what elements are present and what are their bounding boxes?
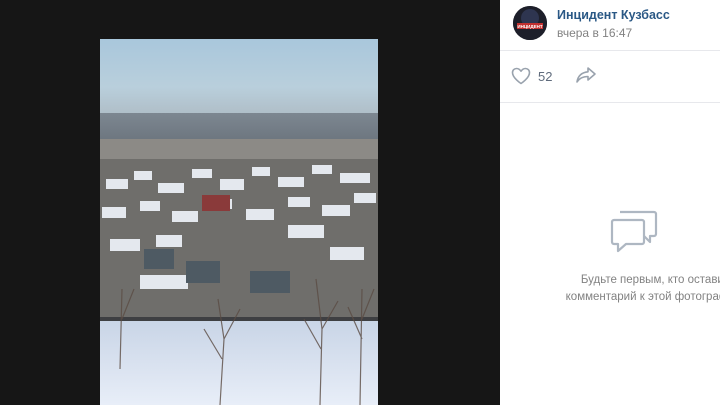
svg-text:ИНЦИДЕНТ: ИНЦИДЕНТ — [517, 24, 542, 29]
comments-icon-wrap — [610, 210, 658, 259]
like-count: 52 — [538, 68, 553, 84]
comments-empty-state: Будьте первым, кто оставит комментарий к… — [500, 104, 720, 405]
author-name-link[interactable]: Инцидент Кузбасс — [557, 8, 670, 22]
avatar[interactable]: ИНЦИДЕНТ — [513, 6, 547, 40]
post-time[interactable]: вчера в 16:47 — [557, 26, 632, 40]
comments-icon — [610, 210, 658, 253]
share-arrow-icon — [576, 67, 596, 83]
divider — [500, 102, 720, 103]
share-button[interactable] — [575, 65, 597, 90]
comments-empty-text: Будьте первым, кто оставит комментарий к… — [545, 272, 720, 306]
photo[interactable] — [100, 39, 378, 405]
author-header: ИНЦИДЕНТ Инцидент Кузбасс вчера в 16:47 — [500, 0, 720, 50]
heart-icon — [511, 67, 531, 85]
photo-image — [100, 39, 378, 405]
photo-viewer-area[interactable] — [0, 0, 500, 405]
comments-empty-line: комментарий к этой фотографии. — [565, 291, 720, 303]
like-button[interactable]: 52 — [511, 65, 552, 87]
comments-empty-line: Будьте первым, кто оставит — [580, 274, 720, 286]
photo-sidebar: ИНЦИДЕНТ Инцидент Кузбасс вчера в 16:47 … — [500, 0, 720, 405]
community-logo-icon: ИНЦИДЕНТ — [513, 6, 547, 40]
action-bar: 52 — [500, 51, 720, 101]
photo-viewer-window: ИНЦИДЕНТ Инцидент Кузбасс вчера в 16:47 … — [0, 0, 720, 405]
